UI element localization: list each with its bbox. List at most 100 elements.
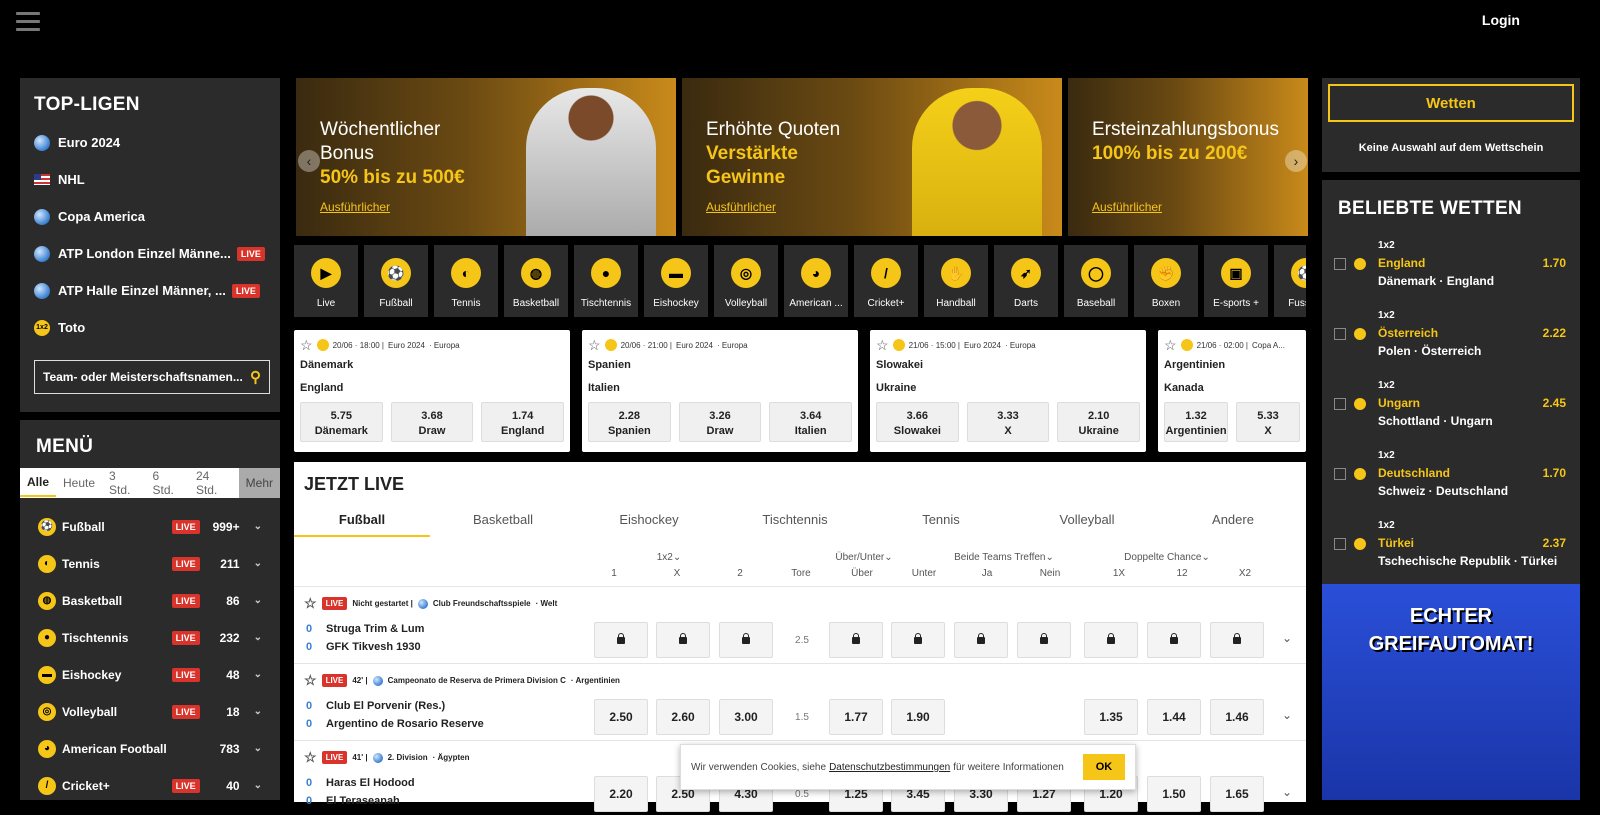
tab-3-std[interactable]: 3 Std.	[102, 469, 145, 497]
market-group-double-chance[interactable]: Doppelte Chance⌄	[1112, 552, 1222, 563]
chevron-down-icon[interactable]: ⌄	[254, 743, 262, 754]
favorite-star-icon[interactable]: ☆	[300, 337, 313, 354]
promo-banner-boosted-odds[interactable]: Erhöhte Quoten Verstärkte Gewinne Ausführl…	[682, 78, 1062, 236]
select-checkbox[interactable]	[1334, 538, 1346, 550]
sport-handball[interactable]: ✋ Handball	[924, 245, 988, 317]
menu-item-american-football[interactable]: ◕ American Football 783 ⌄	[38, 730, 262, 767]
favorite-star-icon[interactable]: ☆	[1164, 337, 1177, 354]
privacy-policy-link[interactable]: Datenschutzbestimmungen	[829, 762, 950, 773]
odds-button[interactable]: 3.26 Draw	[678, 402, 762, 442]
sport-eishockey[interactable]: ▬ Eishockey	[644, 245, 708, 317]
odds-button[interactable]: 1.46	[1210, 699, 1264, 735]
banner-prev-arrow-icon[interactable]: ‹	[298, 150, 320, 172]
odds-button[interactable]: 1.35	[1084, 699, 1138, 735]
sport-tennis[interactable]: ◐ Tennis	[434, 245, 498, 317]
hamburger-menu-icon[interactable]	[16, 12, 40, 32]
tab-tennis[interactable]: Tennis	[868, 512, 1014, 537]
select-checkbox[interactable]	[1334, 328, 1346, 340]
select-checkbox[interactable]	[1334, 468, 1346, 480]
chevron-down-icon[interactable]: ⌄	[254, 595, 262, 606]
odds-button[interactable]: 2.20	[594, 776, 648, 812]
tab-24-std[interactable]: 24 Std.	[189, 469, 239, 497]
search-icon[interactable]: ⚲	[250, 368, 261, 386]
tab-mehr[interactable]: Mehr	[238, 468, 281, 498]
popular-bet-item[interactable]: 1x2 Deutschland 1.70 Schweiz · Deutschland	[1322, 438, 1580, 508]
sport-volleyball[interactable]: ◎ Volleyball	[714, 245, 778, 317]
odds-button[interactable]: 3.33 X	[966, 402, 1050, 442]
league-item[interactable]: ATP Halle Einzel Männer, ... LIVE	[34, 272, 266, 309]
promo-banner-first-deposit[interactable]: Ersteinzahlungsbonus 100% bis zu 200€ Aus…	[1068, 78, 1308, 236]
banner-more-link[interactable]: Ausführlicher	[320, 200, 390, 214]
odds-button[interactable]: 2.60	[656, 699, 710, 735]
popular-bet-item[interactable]: 1x2 Türkei 2.37 Tschechische Republik · Tür…	[1322, 508, 1580, 578]
odds-button[interactable]: 1.90	[891, 699, 945, 735]
banner-next-arrow-icon[interactable]: ›	[1285, 150, 1307, 172]
sport-basketball[interactable]: ◍ Basketball	[504, 245, 568, 317]
menu-item-tennis[interactable]: ◐ Tennis LIVE 211 ⌄	[38, 545, 262, 582]
menu-item-cricket[interactable]: / Cricket+ LIVE 40 ⌄	[38, 767, 262, 804]
sport-american-football[interactable]: ◕ American ...	[784, 245, 848, 317]
favorite-star-icon[interactable]: ☆	[876, 337, 889, 354]
tab-tischtennis[interactable]: Tischtennis	[722, 512, 868, 537]
chevron-down-icon[interactable]: ⌄	[1282, 708, 1292, 722]
odds-button[interactable]: 1.74 England	[481, 402, 565, 442]
odds-value[interactable]: 2.22	[1543, 326, 1566, 340]
cookie-ok-button[interactable]: OK	[1083, 754, 1125, 780]
market-group-btts[interactable]: Beide Teams Treffen⌄	[944, 552, 1064, 563]
live-match-row[interactable]: ☆ LIVE 42' | Campeonato de Reserva de Prime…	[294, 663, 1306, 738]
odds-button[interactable]: 5.75 Dänemark	[300, 402, 383, 442]
odds-button[interactable]: 5.33 X	[1236, 402, 1300, 442]
league-item[interactable]: 1x2 Toto	[34, 309, 266, 346]
popular-bet-item[interactable]: 1x2 Österreich 2.22 Polen · Österreich	[1322, 298, 1580, 368]
menu-item-eishockey[interactable]: ▬ Eishockey LIVE 48 ⌄	[38, 656, 262, 693]
odds-button[interactable]: 3.68 Draw	[390, 402, 474, 442]
chevron-down-icon[interactable]: ⌄	[254, 780, 262, 791]
tab-fussball[interactable]: Fußball	[294, 512, 430, 537]
odds-button[interactable]: 3.64 Italien	[769, 402, 853, 442]
odds-button[interactable]: 2.10 Ukraine	[1057, 402, 1141, 442]
live-match-row[interactable]: ☆ LIVE Nicht gestartet | Club Freundschafts…	[294, 586, 1306, 661]
select-checkbox[interactable]	[1334, 258, 1346, 270]
chevron-down-icon[interactable]: ⌄	[254, 669, 262, 680]
sport-fussball-more[interactable]: ⚽Fussb...	[1274, 245, 1306, 317]
bet-button[interactable]: Wetten	[1328, 84, 1574, 122]
odds-value[interactable]: 2.45	[1543, 396, 1566, 410]
odds-button[interactable]: 1.77	[829, 699, 883, 735]
select-checkbox[interactable]	[1334, 398, 1346, 410]
sport-esports[interactable]: ▣ E-sports +	[1204, 245, 1268, 317]
odds-button[interactable]: 1.65	[1210, 776, 1264, 812]
menu-item-volleyball[interactable]: ◎ Volleyball LIVE 18 ⌄	[38, 693, 262, 730]
banner-more-link[interactable]: Ausführlicher	[706, 200, 776, 214]
favorite-star-icon[interactable]: ☆	[304, 749, 317, 766]
odds-value[interactable]: 1.70	[1543, 256, 1566, 270]
chevron-down-icon[interactable]: ⌄	[1282, 785, 1292, 799]
sport-live[interactable]: ▶ Live	[294, 245, 358, 317]
odds-button[interactable]: 1.44	[1147, 699, 1201, 735]
league-item[interactable]: Copa America	[34, 198, 266, 235]
menu-item-fussball[interactable]: ⚽ Fußball LIVE 999+ ⌄	[38, 508, 262, 545]
odds-button[interactable]: 2.50	[594, 699, 648, 735]
favorite-star-icon[interactable]: ☆	[304, 595, 317, 612]
odds-value[interactable]: 1.70	[1543, 466, 1566, 480]
team-search-input[interactable]: Team- oder Meisterschaftsnamen... ⚲	[34, 360, 270, 394]
sport-boxen[interactable]: ✊ Boxen	[1134, 245, 1198, 317]
tab-volleyball[interactable]: Volleyball	[1014, 512, 1160, 537]
popular-bet-item[interactable]: 1x2 England 1.70 Dänemark · England	[1322, 228, 1580, 298]
match-card[interactable]: ☆ 21/06 · 02:00 | Copa A... Argentinien Ka…	[1158, 330, 1306, 452]
chevron-down-icon[interactable]: ⌄	[254, 558, 262, 569]
tab-andere[interactable]: Andere	[1160, 512, 1306, 537]
banner-more-link[interactable]: Ausführlicher	[1092, 200, 1162, 214]
market-group-over-under[interactable]: Über/Unter⌄	[814, 552, 914, 563]
league-item[interactable]: Euro 2024	[34, 124, 266, 161]
chevron-down-icon[interactable]: ⌄	[254, 521, 262, 532]
market-group-1x2[interactable]: 1x2⌄	[654, 552, 684, 563]
ad-banner-claw-machine[interactable]: ECHTER GREIFAUTOMAT!	[1322, 584, 1580, 800]
match-card[interactable]: ☆ 20/06 · 21:00 | Euro 2024 · Europa Spanie…	[582, 330, 858, 452]
popular-bet-item[interactable]: 1x2 Ungarn 2.45 Schottland · Ungarn	[1322, 368, 1580, 438]
odds-value[interactable]: 2.37	[1543, 536, 1566, 550]
chevron-down-icon[interactable]: ⌄	[1282, 631, 1292, 645]
odds-button[interactable]: 3.66 Slowakei	[876, 402, 959, 442]
match-card[interactable]: ☆ 20/06 · 18:00 | Euro 2024 · Europa Dänema…	[294, 330, 570, 452]
sport-cricket[interactable]: / Cricket+	[854, 245, 918, 317]
sport-fussball[interactable]: ⚽ Fußball	[364, 245, 428, 317]
